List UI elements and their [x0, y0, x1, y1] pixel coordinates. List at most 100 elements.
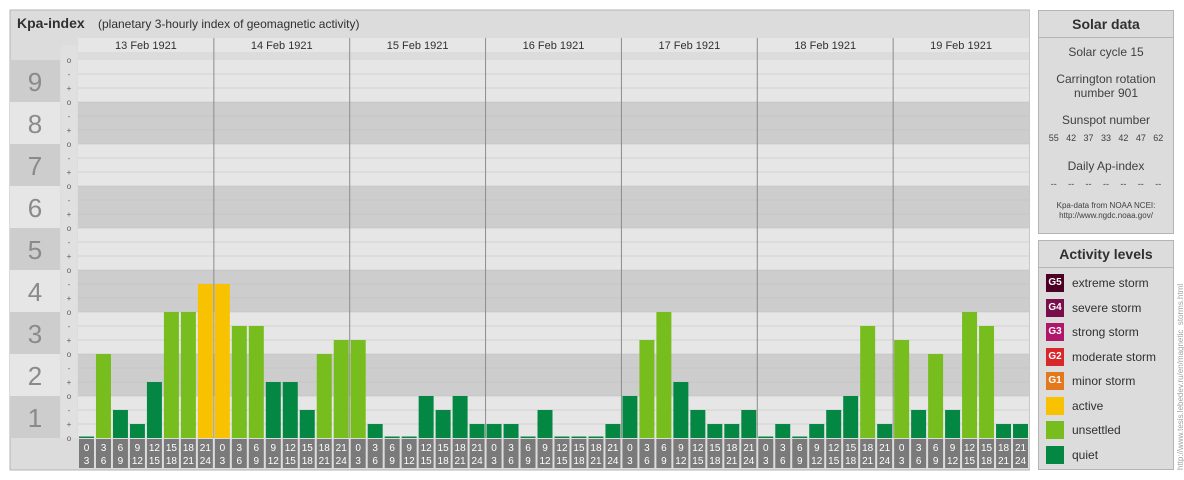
- y-tick-label: 3: [28, 319, 42, 349]
- hour-end-label: 21: [590, 456, 602, 467]
- level-label: strong storm: [1072, 325, 1139, 340]
- hour-start-label: 6: [118, 443, 124, 454]
- hour-start-label: 21: [1015, 443, 1027, 454]
- hour-start-label: 12: [421, 443, 433, 454]
- level-active: active: [1039, 394, 1173, 419]
- level-label: severe storm: [1072, 300, 1142, 315]
- hour-end-label: 21: [862, 456, 874, 467]
- hour-end-label: 6: [101, 456, 107, 467]
- hour-start-label: 12: [692, 443, 704, 454]
- activity-levels-panel: Activity levels G5 extreme storm G4 seve…: [1038, 240, 1174, 470]
- carrington-line1: Carrington rotation: [1056, 72, 1156, 86]
- level-swatch: G1: [1046, 372, 1064, 391]
- hour-start-label: 18: [590, 443, 602, 454]
- hour-start-label: 15: [573, 443, 585, 454]
- level-swatch: G2: [1046, 347, 1064, 366]
- hour-end-label: 12: [947, 456, 959, 467]
- hour-start-label: 9: [542, 443, 548, 454]
- kp-bar: [248, 325, 264, 438]
- kp-bar: [792, 436, 808, 438]
- level-swatch: [1046, 445, 1064, 464]
- hour-start-label: 15: [845, 443, 857, 454]
- hour-end-label: 24: [336, 456, 348, 467]
- hour-end-label: 3: [763, 456, 769, 467]
- hour-start-label: 9: [678, 443, 684, 454]
- hour-start-label: 0: [491, 443, 497, 454]
- day-label: 15 Feb 1921: [387, 40, 449, 52]
- solar-data-panel: Solar data Solar cycle 15 Carrington rot…: [1038, 10, 1174, 234]
- hour-start-label: 6: [525, 443, 531, 454]
- kp-bar: [265, 382, 281, 438]
- kp-bar: [826, 409, 842, 438]
- sunspot-value: 62: [1153, 133, 1164, 143]
- y-axis-labels: 0123456789: [10, 60, 60, 438]
- hour-end-label: 9: [933, 456, 939, 467]
- kp-bar: [146, 382, 162, 438]
- hour-end-label: 24: [743, 456, 755, 467]
- kp-bar: [350, 340, 366, 438]
- hour-end-label: 21: [726, 456, 738, 467]
- sunspot-values: 55 42 37 33 42 47 62: [1039, 133, 1173, 143]
- hour-end-label: 21: [319, 456, 331, 467]
- y-minor-label: -: [68, 238, 71, 247]
- kp-band: [78, 102, 1029, 144]
- hour-end-label: 9: [389, 456, 395, 467]
- kp-bar: [299, 409, 315, 438]
- ap-label: Daily Ap-index: [1067, 159, 1145, 173]
- y-minor-label: o: [67, 266, 72, 275]
- hour-start-label: 12: [149, 443, 161, 454]
- solar-cycle: Solar cycle 15: [1068, 45, 1144, 59]
- source-link[interactable]: http://www.ngdc.noaa.gov/: [1039, 211, 1173, 221]
- hour-start-label: 21: [607, 443, 619, 454]
- hour-start-label: 12: [964, 443, 976, 454]
- kp-bar: [775, 424, 791, 438]
- kp-bar: [129, 424, 145, 438]
- hour-end-label: 24: [200, 456, 212, 467]
- hour-start-label: 18: [726, 443, 738, 454]
- hour-end-label: 6: [916, 456, 922, 467]
- level-label: extreme storm: [1072, 276, 1149, 291]
- hour-start-label: 9: [271, 443, 277, 454]
- kp-bar: [1013, 424, 1028, 438]
- hour-end-label: 18: [573, 456, 585, 467]
- level-swatch: G4: [1046, 298, 1064, 317]
- hour-start-label: 6: [389, 443, 395, 454]
- hour-start-label: 0: [84, 443, 90, 454]
- y-tick-label: 7: [28, 151, 42, 181]
- kp-bar: [316, 354, 332, 438]
- level-label: quiet: [1072, 447, 1099, 462]
- kp-bar: [469, 424, 485, 438]
- activity-levels-title: Activity levels: [1039, 241, 1173, 268]
- kp-bar: [520, 436, 536, 438]
- y-minor-label: +: [67, 210, 72, 219]
- kp-bar: [962, 312, 978, 438]
- kp-bar: [418, 396, 434, 438]
- hour-start-label: 18: [998, 443, 1010, 454]
- hour-end-label: 24: [879, 456, 891, 467]
- y-minor-label: -: [68, 280, 71, 289]
- kp-bar: [707, 424, 723, 438]
- hour-start-label: 18: [862, 443, 874, 454]
- hour-start-label: 9: [814, 443, 820, 454]
- ap-value: --: [1155, 179, 1162, 189]
- y-minor-label: -: [68, 364, 71, 373]
- sunspot-value: 42: [1066, 133, 1077, 143]
- hour-start-label: 3: [644, 443, 650, 454]
- kp-bar: [758, 436, 774, 438]
- day-label: 14 Feb 1921: [251, 40, 313, 52]
- hour-end-label: 15: [964, 456, 976, 467]
- kp-bar: [333, 340, 349, 438]
- hour-end-label: 18: [302, 456, 314, 467]
- hour-end-label: 3: [220, 456, 226, 467]
- y-minor-label: -: [68, 112, 71, 121]
- ap-value: --: [1137, 179, 1144, 189]
- hour-end-label: 12: [539, 456, 551, 467]
- y-minor-label: +: [67, 294, 72, 303]
- hour-start-label: 15: [438, 443, 450, 454]
- hour-start-label: 0: [899, 443, 905, 454]
- hour-start-label: 15: [981, 443, 993, 454]
- kp-bar: [367, 424, 383, 438]
- sunspot-value: 33: [1100, 133, 1111, 143]
- hour-end-label: 21: [455, 456, 467, 467]
- sunspot-label: Sunspot number: [1061, 113, 1151, 127]
